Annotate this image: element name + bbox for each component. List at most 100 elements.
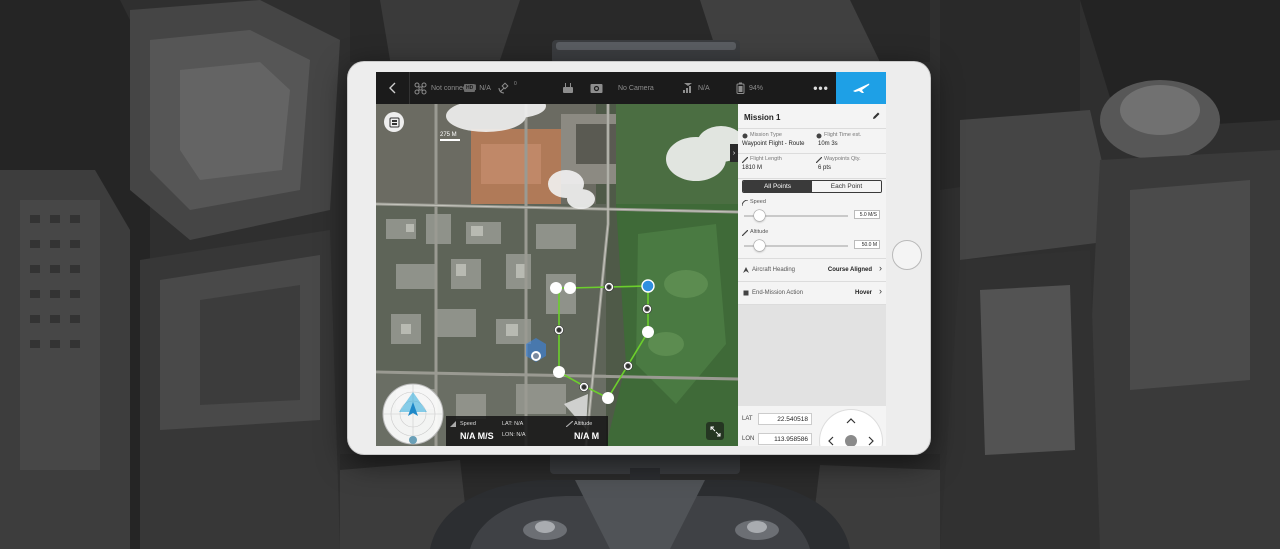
end-mission-action-row[interactable]: End-Mission Action Hover ›	[738, 282, 886, 304]
lat-input[interactable]: 22.540518	[758, 413, 812, 425]
camera-status[interactable]	[590, 72, 603, 104]
lon-input[interactable]: 113.958586	[758, 433, 812, 445]
hd-signal[interactable]: HD N/A	[464, 72, 491, 104]
back-button[interactable]	[384, 72, 410, 104]
dpad-right-icon	[868, 436, 874, 446]
divider	[738, 128, 886, 129]
expand-map-button[interactable]	[706, 422, 724, 440]
waypoints-qty-label: Waypoints Qty.	[824, 156, 861, 162]
edit-icon[interactable]	[872, 112, 880, 120]
satellite-icon	[498, 82, 509, 94]
waypoint-1[interactable]	[550, 282, 562, 294]
aircraft-heading-value: Course Aligned	[827, 267, 872, 273]
altitude-label: Altitude	[574, 421, 593, 427]
gps-status[interactable]: 0	[498, 72, 517, 104]
telemetry-bar: Speed N/A M/S LAT: N/A LON: N/A Altitude…	[446, 416, 608, 446]
point-scope-toggle: All Points Each Point	[742, 180, 882, 193]
aircraft-heading-label: Aircraft Heading	[752, 267, 796, 273]
speed-icon	[450, 421, 456, 427]
flight-length-icon	[742, 157, 748, 163]
lat-field-label: LAT	[742, 416, 753, 422]
coordinate-editor: LAT 22.540518 LON 113.958586	[738, 406, 886, 446]
waypoint-2[interactable]	[564, 282, 576, 294]
altitude-slider-handle[interactable]	[754, 240, 766, 251]
status-bar: Not connected HD N/A 0 No Camera N/A 94%…	[376, 72, 886, 104]
drone-icon	[414, 82, 427, 94]
more-menu-button[interactable]: •••	[806, 72, 836, 104]
fpv-signal[interactable]: N/A	[682, 72, 710, 104]
chevron-right-icon: ›	[879, 263, 882, 273]
end-action-icon	[743, 290, 749, 296]
expand-icon	[710, 426, 720, 436]
route-midpoint-markers	[554, 282, 652, 392]
clock-icon	[816, 133, 822, 139]
altitude-value: N/A M	[574, 431, 600, 441]
heading-icon	[743, 267, 749, 273]
flight-length-value: 1810 M	[742, 165, 763, 171]
divider	[738, 153, 886, 154]
mission-type-icon	[742, 133, 748, 139]
altitude-slider-label: Altitude	[750, 229, 769, 235]
fpv-signal-value: N/A	[698, 84, 710, 92]
position-dpad	[820, 410, 882, 446]
speed-icon	[742, 200, 748, 206]
map-scale-label: 275 M	[440, 132, 457, 138]
map-layer-button[interactable]	[384, 112, 404, 132]
camera-status-text: No Camera	[618, 84, 654, 92]
lon-field-label: LON	[742, 436, 755, 442]
fly-button[interactable]	[836, 72, 886, 104]
battery-status[interactable]: 94%	[736, 72, 763, 104]
speed-slider-value[interactable]: 5.0 M/S	[854, 210, 880, 219]
battery-icon	[736, 82, 745, 94]
hd-badge: HD	[464, 84, 476, 92]
video-signal-icon	[683, 83, 692, 93]
flight-time-label: Flight Time est.	[824, 132, 862, 138]
dpad-left-icon	[828, 436, 834, 446]
lat-readout: LAT: N/A	[502, 421, 524, 427]
home-button[interactable]	[892, 240, 922, 270]
altitude-icon	[566, 421, 573, 427]
speed-value: N/A M/S	[460, 431, 494, 441]
chevron-right-icon: ›	[732, 149, 736, 157]
panel-empty-area	[738, 305, 886, 406]
dpad-up-icon	[846, 418, 856, 424]
altitude-slider-value[interactable]: 50.0 M	[854, 240, 880, 249]
waypoint-selected[interactable]	[641, 279, 655, 293]
airplane-icon	[853, 83, 870, 93]
tab-each-point[interactable]: Each Point	[812, 181, 881, 192]
gps-count: 0	[514, 81, 517, 87]
collapse-panel-button[interactable]: ›	[730, 144, 738, 162]
chevron-right-icon: ›	[879, 286, 882, 296]
chevron-left-icon	[389, 82, 396, 94]
end-mission-action-value: Hover	[854, 290, 872, 296]
rc-status[interactable]	[562, 72, 574, 104]
waypoint-3[interactable]	[642, 326, 654, 338]
speed-slider-label: Speed	[750, 199, 766, 205]
waypoint-5[interactable]	[553, 366, 565, 378]
radar-compass	[382, 383, 444, 445]
app-screen: Not connected HD N/A 0 No Camera N/A 94%…	[376, 72, 886, 446]
mission-type-value: Waypoint Flight - Route	[742, 141, 805, 147]
map-view[interactable]: 275 M Speed N/A M/S LAT: N/A LON: N/A Al…	[376, 104, 738, 446]
dpad-arrows	[828, 418, 874, 446]
map-layers-icon	[389, 117, 399, 127]
tablet-device: Not connected HD N/A 0 No Camera N/A 94%…	[348, 62, 930, 454]
flight-length-label: Flight Length	[750, 156, 782, 162]
battery-value: 94%	[749, 84, 764, 92]
remote-controller-icon	[563, 83, 573, 93]
map-scale: 275 M	[440, 132, 460, 141]
waypoints-qty-value: 6 pts	[818, 165, 832, 171]
end-mission-action-label: End-Mission Action	[752, 290, 804, 296]
altitude-icon	[742, 230, 748, 236]
mission-panel: › Mission 1 Mission Type Waypoint Flight…	[730, 104, 886, 446]
speed-slider-handle[interactable]	[754, 210, 766, 221]
camera-icon	[590, 83, 603, 93]
waypoint-4[interactable]	[602, 392, 614, 404]
tab-all-points[interactable]: All Points	[743, 181, 812, 192]
flight-time-value: 10m 3s	[818, 141, 838, 147]
lon-readout: LON: N/A	[502, 432, 526, 438]
mission-type-label: Mission Type	[750, 132, 782, 138]
aircraft-heading-row[interactable]: Aircraft Heading Course Aligned ›	[738, 259, 886, 281]
mission-title: Mission 1	[744, 113, 781, 122]
waypoints-icon	[816, 157, 822, 163]
